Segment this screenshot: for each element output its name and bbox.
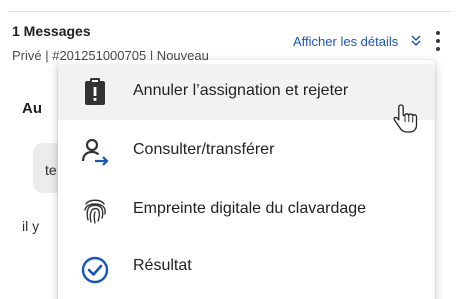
menu-item-label: Empreinte digitale du clavardage [133, 200, 367, 217]
user-transfer-icon [81, 138, 109, 166]
check-circle-icon [81, 256, 109, 284]
menu-item-label: Annuler l’assignation et rejeter [133, 82, 349, 99]
double-chevron-down-icon[interactable] [410, 33, 422, 47]
conversation-heading: Au [22, 100, 42, 117]
top-divider [8, 11, 451, 12]
menu-item-unassign-reject[interactable]: Annuler l’assignation et rejeter [58, 64, 435, 120]
message-bubble-text: te [45, 162, 57, 178]
show-details-link[interactable]: Afficher les détails [293, 34, 398, 49]
menu-item-label: Consulter/transférer [133, 141, 275, 158]
message-line: il y [22, 218, 40, 234]
fingerprint-icon [84, 199, 106, 224]
message-count: 1 Messages [12, 23, 91, 39]
chat-panel: 1 Messages Privé | #201251000705 | Nouve… [0, 0, 459, 299]
actions-menu: Annuler l’assignation et rejeter Consult… [58, 60, 435, 299]
menu-item-chat-fingerprint[interactable]: Empreinte digitale du clavardage [58, 182, 435, 238]
menu-item-result[interactable]: Résultat [58, 239, 435, 295]
clipboard-alert-icon [85, 78, 105, 105]
menu-item-label: Résultat [133, 257, 192, 274]
vertical-ellipsis-icon[interactable] [434, 31, 442, 55]
menu-item-consult-transfer[interactable]: Consulter/transférer [58, 123, 435, 179]
